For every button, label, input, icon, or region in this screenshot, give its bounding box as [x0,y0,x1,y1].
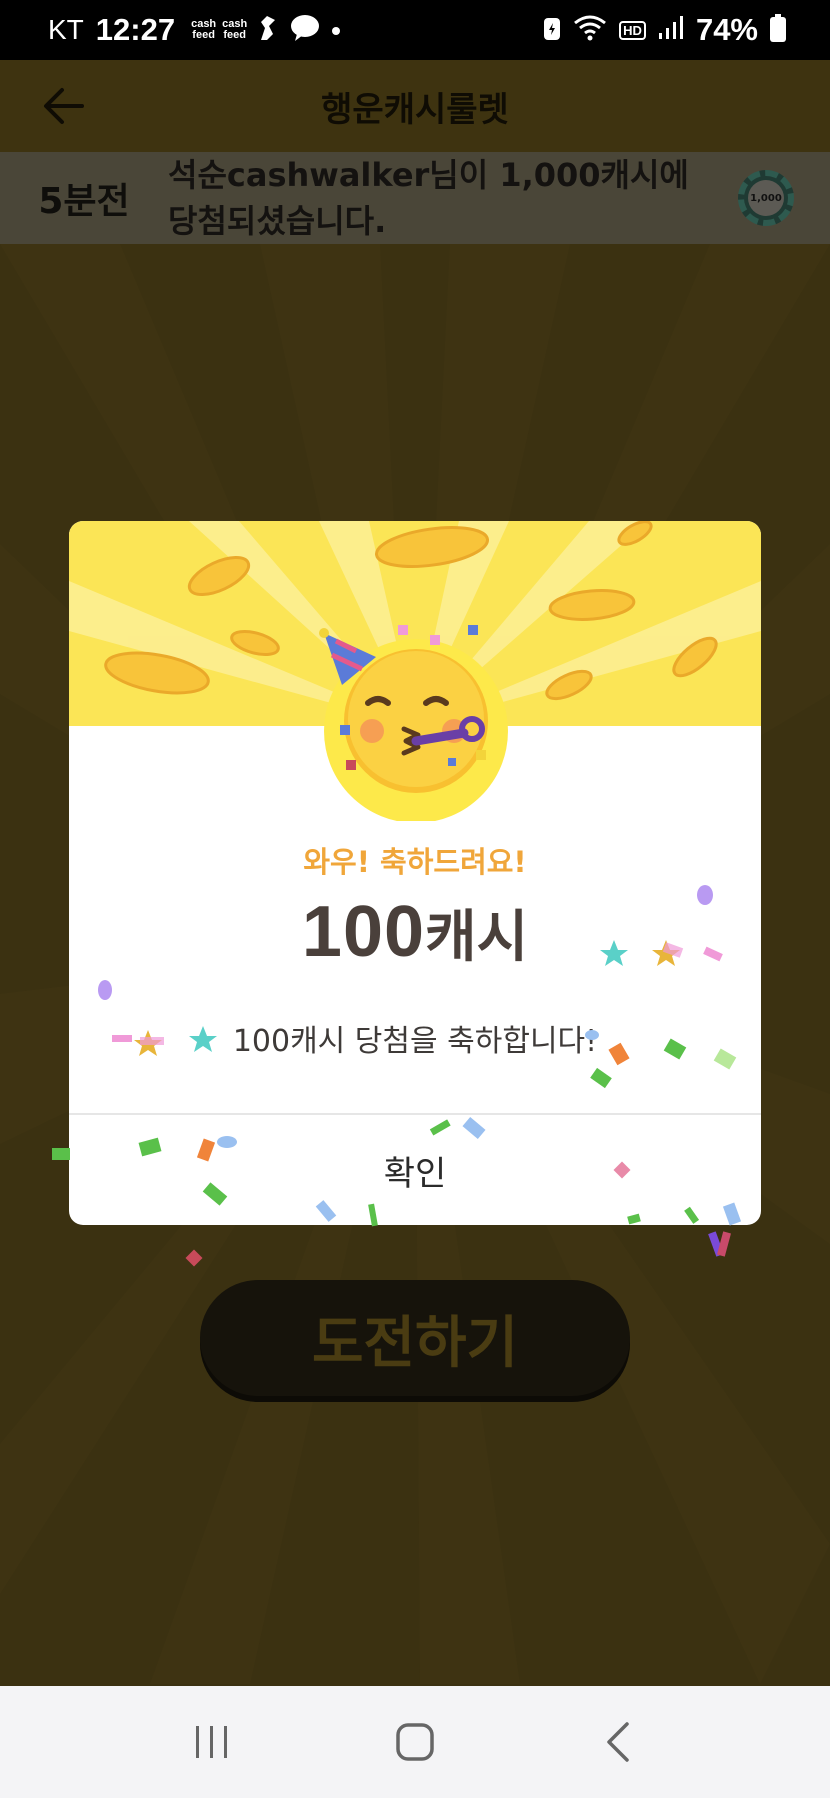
chip-label: 1,000 [748,180,784,216]
hd-voice-icon: HD [619,20,646,40]
challenge-label: 도전하기 [311,1310,519,1376]
cashfeed-notification-icon: cash feed [191,18,217,41]
back-arrow-icon[interactable] [40,84,88,128]
page-title: 행운캐시룰렛 [321,89,509,130]
recent-apps-icon[interactable] [182,1717,242,1767]
clock: 12:27 [95,12,176,47]
win-amount: 100캐시 [69,891,761,973]
wifi-icon [573,15,607,45]
cashfeed-notification-icon: cash feed [222,18,248,41]
status-bar: KT 12:27 cash feed cash feed HD 74% [0,0,830,60]
battery-saver-icon [543,15,561,45]
cash-chip-icon: 1,000 [738,170,794,226]
status-right: HD 74% [543,12,786,48]
ticker-message: 석순cashwalker님이 1,000캐시에 당첨되셨습니다. [168,156,689,240]
congrats-subtitle: 와우! 축하드려요! [303,845,527,879]
win-dialog: 와우! 축하드려요! 100캐시 100캐시 당첨을 축하합니다! 확인 [69,521,761,1225]
system-nav-bar [0,1686,830,1798]
walker-notification-icon [253,14,279,46]
winner-ticker: 5분전 석순cashwalker님이 1,000캐시에 당첨되셨습니다. 1,0… [0,152,830,244]
battery-icon [770,14,786,46]
party-face-icon [319,628,508,821]
signal-icon [658,16,684,44]
win-amount-unit: 캐시 [425,905,529,970]
win-message: 100캐시 당첨을 축하합니다! [232,1024,598,1059]
home-icon[interactable] [385,1717,445,1767]
chat-notification-icon [289,14,321,46]
back-icon[interactable] [588,1717,648,1767]
dot-icon [331,21,341,40]
confirm-button[interactable]: 확인 [69,1115,761,1225]
battery-percent: 74% [695,12,758,47]
app-header: 행운캐시룰렛 [0,60,830,152]
carrier-label: KT [48,14,84,45]
win-amount-number: 100 [301,892,426,972]
challenge-button[interactable]: 도전하기 [200,1280,630,1396]
ticker-time: 5분전 [38,181,130,222]
